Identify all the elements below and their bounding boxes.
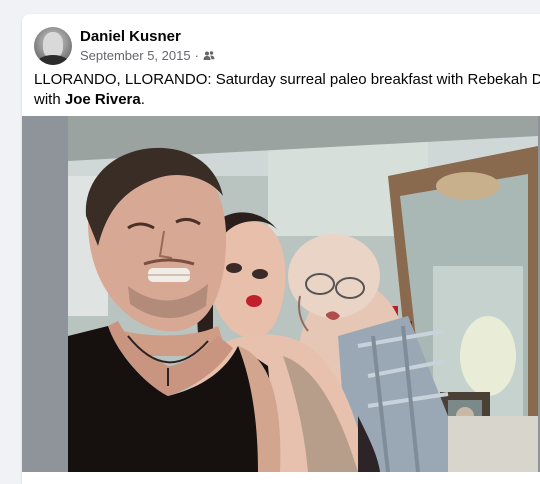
post-card: Daniel Kusner September 5, 2015 · LLORAN… [22, 14, 540, 484]
post-text-main: LLORANDO, LLORANDO: Saturday surreal pal… [34, 71, 540, 88]
photo-container[interactable] [22, 116, 540, 472]
selfie-photo[interactable] [68, 116, 538, 472]
avatar[interactable] [34, 27, 72, 65]
post-text: LLORANDO, LLORANDO: Saturday surreal pal… [34, 70, 540, 110]
post-meta: Daniel Kusner September 5, 2015 · [80, 28, 215, 64]
separator-dot: · [194, 48, 199, 64]
avatar-shoulders [37, 55, 69, 65]
post-header: Daniel Kusner September 5, 2015 · [34, 26, 215, 66]
author-name[interactable]: Daniel Kusner [80, 28, 215, 46]
post-date[interactable]: September 5, 2015 [80, 48, 191, 64]
tagged-person-link[interactable]: Joe Rivera [65, 91, 141, 108]
post-text-with: with [34, 91, 61, 108]
post-subline: September 5, 2015 · [80, 48, 215, 64]
post-text-end: . [140, 91, 145, 108]
friends-icon[interactable] [203, 50, 215, 62]
